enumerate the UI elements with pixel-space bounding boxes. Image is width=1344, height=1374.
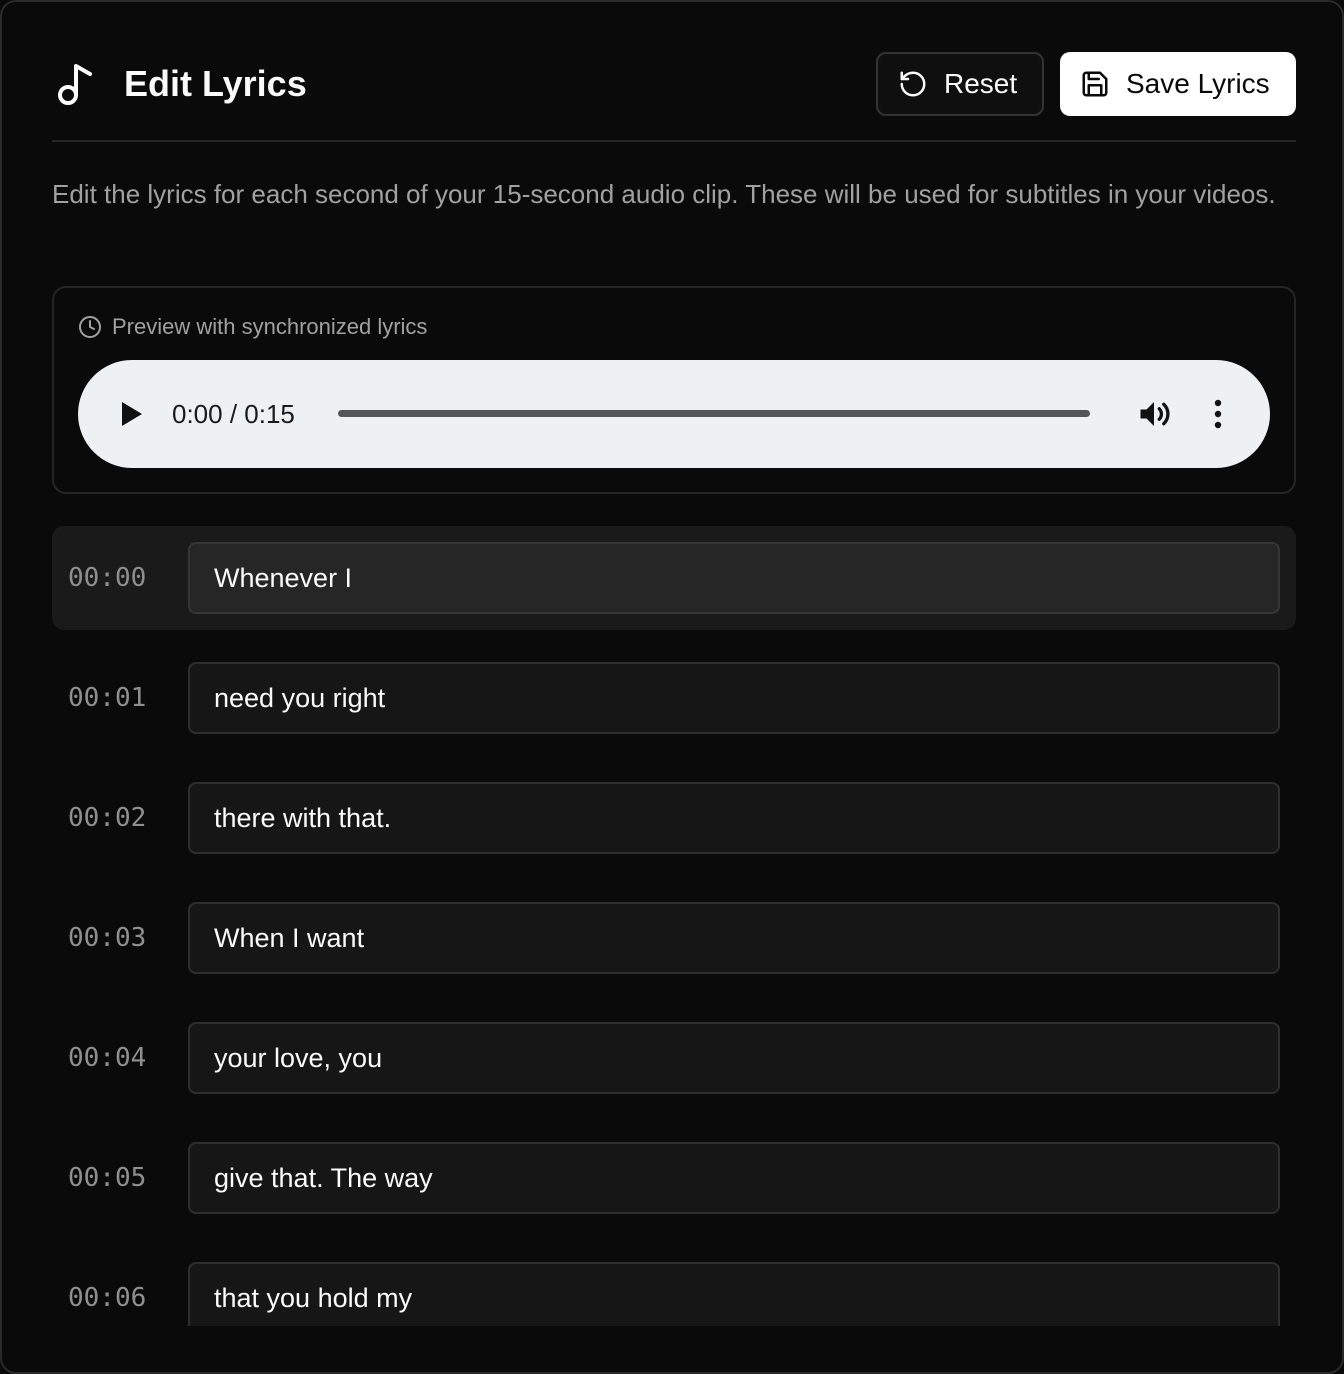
lyric-row: 00:06 [52, 1246, 1296, 1326]
more-vertical-icon[interactable] [1208, 398, 1228, 430]
lyric-input[interactable] [188, 662, 1280, 734]
lyric-row: 00:04 [52, 1006, 1296, 1110]
lyric-input[interactable] [188, 1022, 1280, 1094]
lyric-timestamp: 00:05 [68, 1163, 147, 1193]
lyric-row: 00:02 [52, 766, 1296, 870]
preview-label-text: Preview with synchronized lyrics [112, 314, 428, 339]
lyric-row: 00:01 [52, 646, 1296, 750]
lyric-input[interactable] [188, 782, 1280, 854]
audio-player: 0:00 / 0:15 [78, 360, 1270, 468]
save-icon [1082, 71, 1108, 97]
lyric-row: 00:05 [52, 1126, 1296, 1230]
description-text: Edit the lyrics for each second of your … [52, 179, 1276, 209]
time-display: 0:00 / 0:15 [172, 399, 295, 429]
volume-icon[interactable] [1136, 396, 1172, 432]
save-button-label: Save Lyrics [1126, 68, 1270, 99]
lyric-timestamp: 00:03 [68, 923, 147, 953]
save-lyrics-button[interactable]: Save Lyrics [1060, 52, 1296, 116]
lyric-timestamp: 00:02 [68, 803, 147, 833]
page-title: Edit Lyrics [124, 63, 307, 104]
lyric-timestamp: 00:00 [68, 563, 147, 593]
play-icon[interactable] [118, 398, 146, 430]
seek-bar[interactable] [338, 410, 1090, 417]
lyric-row: 00:00 [52, 526, 1296, 630]
lyric-timestamp: 00:04 [68, 1043, 147, 1073]
preview-label: Preview with synchronized lyrics [78, 314, 427, 340]
lyric-input[interactable] [188, 1262, 1280, 1326]
lyric-row: 00:03 [52, 886, 1296, 990]
lyric-timestamp: 00:01 [68, 683, 147, 713]
edit-lyrics-dialog: Edit Lyrics Reset Save Lyrics Edit the l… [0, 0, 1344, 1374]
reset-button[interactable]: Reset [876, 52, 1044, 116]
lyric-timestamp: 00:06 [68, 1283, 147, 1313]
dialog-header: Edit Lyrics Reset Save Lyrics [52, 52, 1296, 142]
reset-button-label: Reset [944, 68, 1018, 99]
lyric-input[interactable] [188, 902, 1280, 974]
music-note-icon [58, 64, 92, 105]
lyric-input[interactable] [188, 1142, 1280, 1214]
lyric-input[interactable] [188, 542, 1280, 614]
rotate-ccw-icon [900, 71, 926, 97]
lyrics-list: 00:00 00:01 00:02 00:03 00:04 00:05 00:06 [52, 526, 1296, 1326]
clock-icon [79, 316, 101, 338]
preview-card: Preview with synchronized lyrics 0:00 / … [52, 286, 1296, 494]
